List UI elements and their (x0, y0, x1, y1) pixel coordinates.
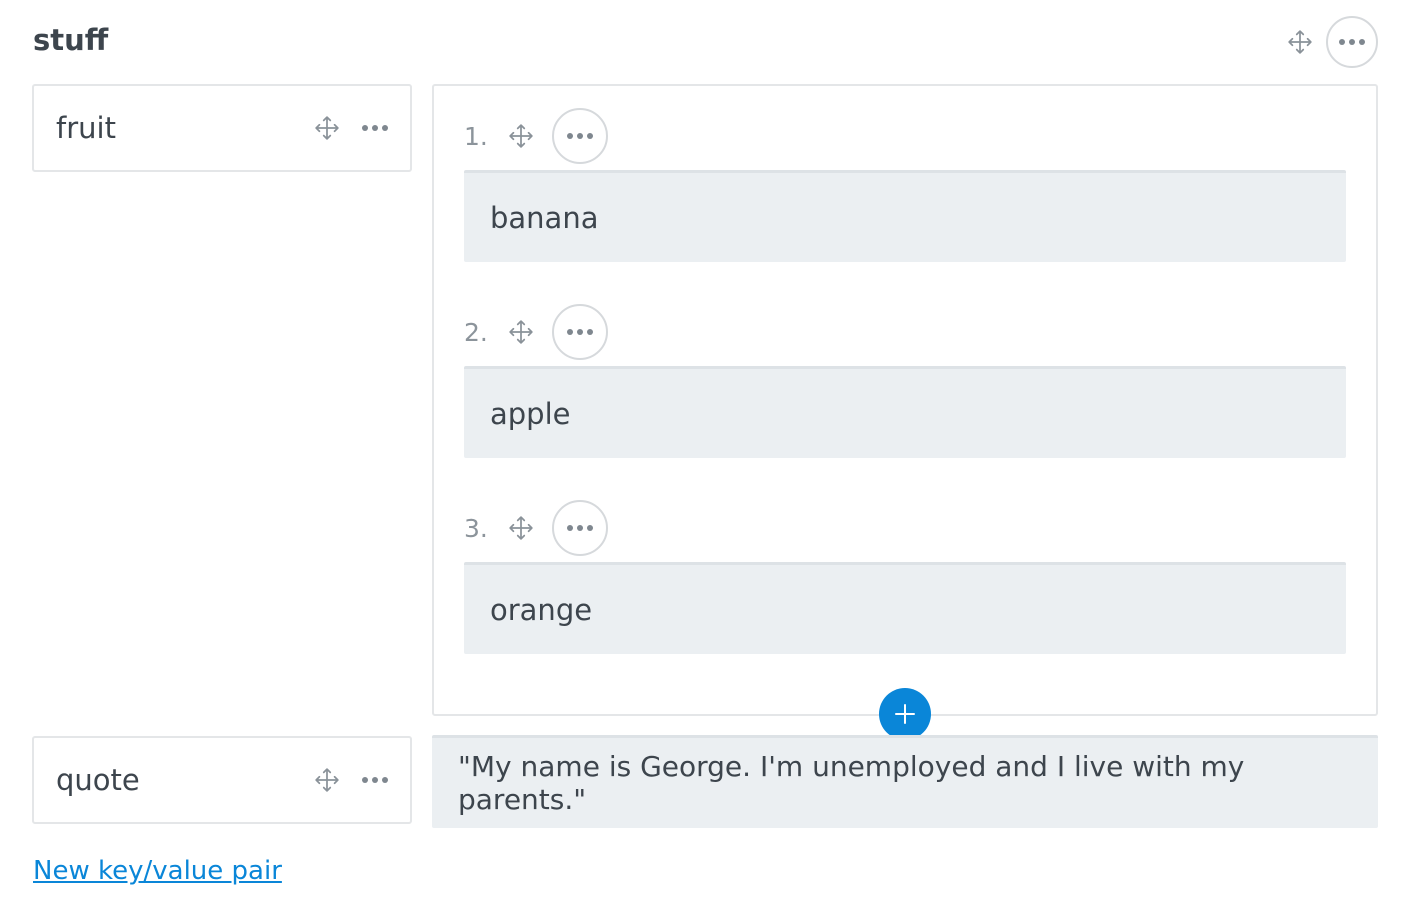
array-item-value[interactable]: apple (464, 366, 1346, 458)
item-number: 3. (464, 513, 488, 543)
new-key-value-pair-link[interactable]: New key/value pair (33, 856, 282, 886)
array-item-value[interactable]: banana (464, 170, 1346, 262)
key-more-button[interactable] (358, 111, 392, 145)
add-item-button[interactable] (879, 688, 931, 740)
key-card-fruit[interactable]: fruit (32, 84, 412, 172)
more-icon (362, 777, 388, 783)
object-more-button[interactable] (1326, 16, 1378, 68)
plus-icon (895, 704, 915, 724)
quote-value[interactable]: "My name is George. I'm unemployed and I… (432, 735, 1378, 828)
item-number: 2. (464, 317, 488, 347)
more-icon (567, 329, 593, 335)
more-icon (567, 525, 593, 531)
move-icon[interactable] (508, 319, 534, 345)
key-label: quote (56, 763, 140, 797)
array-item-header: 1. (464, 108, 608, 164)
key-more-button[interactable] (358, 763, 392, 797)
item-more-button[interactable] (552, 108, 608, 164)
item-number: 1. (464, 121, 488, 151)
more-icon (567, 133, 593, 139)
more-icon (1339, 39, 1365, 45)
move-icon[interactable] (508, 123, 534, 149)
array-item-header: 2. (464, 304, 608, 360)
move-icon[interactable] (1287, 29, 1313, 55)
move-icon[interactable] (314, 115, 340, 141)
move-icon[interactable] (314, 767, 340, 793)
more-icon (362, 125, 388, 131)
array-item-value[interactable]: orange (464, 562, 1346, 654)
item-more-button[interactable] (552, 304, 608, 360)
item-more-button[interactable] (552, 500, 608, 556)
key-label: fruit (56, 111, 116, 145)
object-title: stuff (33, 23, 109, 57)
move-icon[interactable] (508, 515, 534, 541)
key-card-quote[interactable]: quote (32, 736, 412, 824)
array-item-header: 3. (464, 500, 608, 556)
